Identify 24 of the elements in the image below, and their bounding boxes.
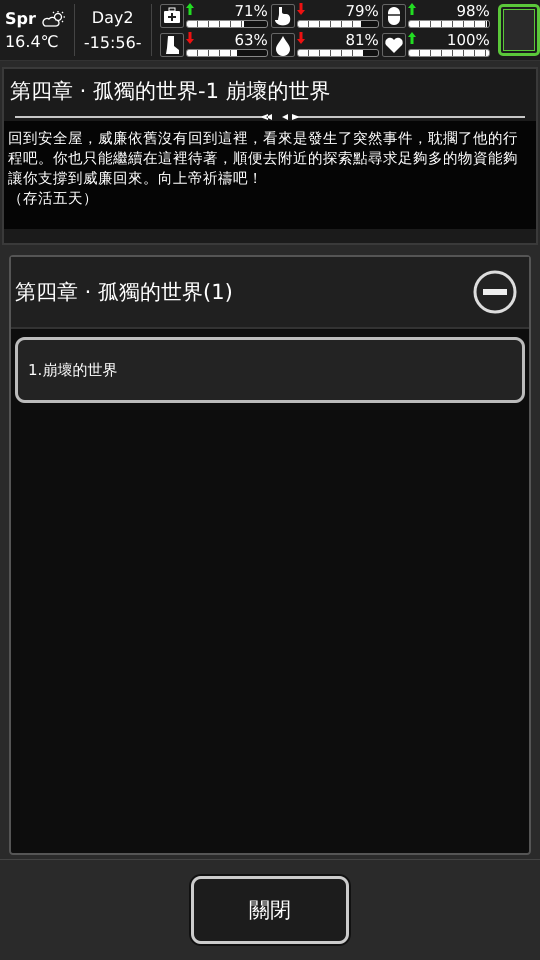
day-label: Day2 [92,8,134,27]
temperature-label: 16.4℃ [5,32,60,51]
close-button[interactable]: 關閉 [191,876,349,944]
season-label: Spr [5,9,36,28]
cloud-sun-icon [40,10,66,28]
stat-reading: 63% [234,32,268,48]
stat-reading: 100% [446,32,490,48]
stat-reading: 98% [456,3,490,19]
section-title: 第四章 · 孤獨的世界(1) [15,279,233,306]
stat-reading: 79% [345,3,379,19]
drop-icon [270,32,295,56]
collapse-button[interactable] [473,270,517,314]
stat-reading: 71% [234,3,268,19]
time-label: -15:56- [84,33,142,52]
chapter-title: 第四章 · 孤獨的世界-1 崩壞的世界 [9,78,332,105]
stage-item[interactable]: 1.崩壞的世界 [15,337,525,403]
pill-icon [382,4,406,28]
medkit-icon [160,4,184,28]
empty-slot[interactable] [498,4,540,56]
chapter-goal: （存活五天） [8,190,99,209]
chapter-description: 回到安全屋，威廉依舊沒有回到這裡，看來是發生了突然事件，耽擱了他的行程吧。你也只能繼續在這裡待著，順便去附近的探索點尋求足夠多的物資能夠讓你支撐到威廉回來。向上帝祈禱吧！ [8,130,519,189]
stat-reading: 81% [345,32,379,48]
stomach-icon [270,4,295,28]
foot-icon [160,32,184,56]
